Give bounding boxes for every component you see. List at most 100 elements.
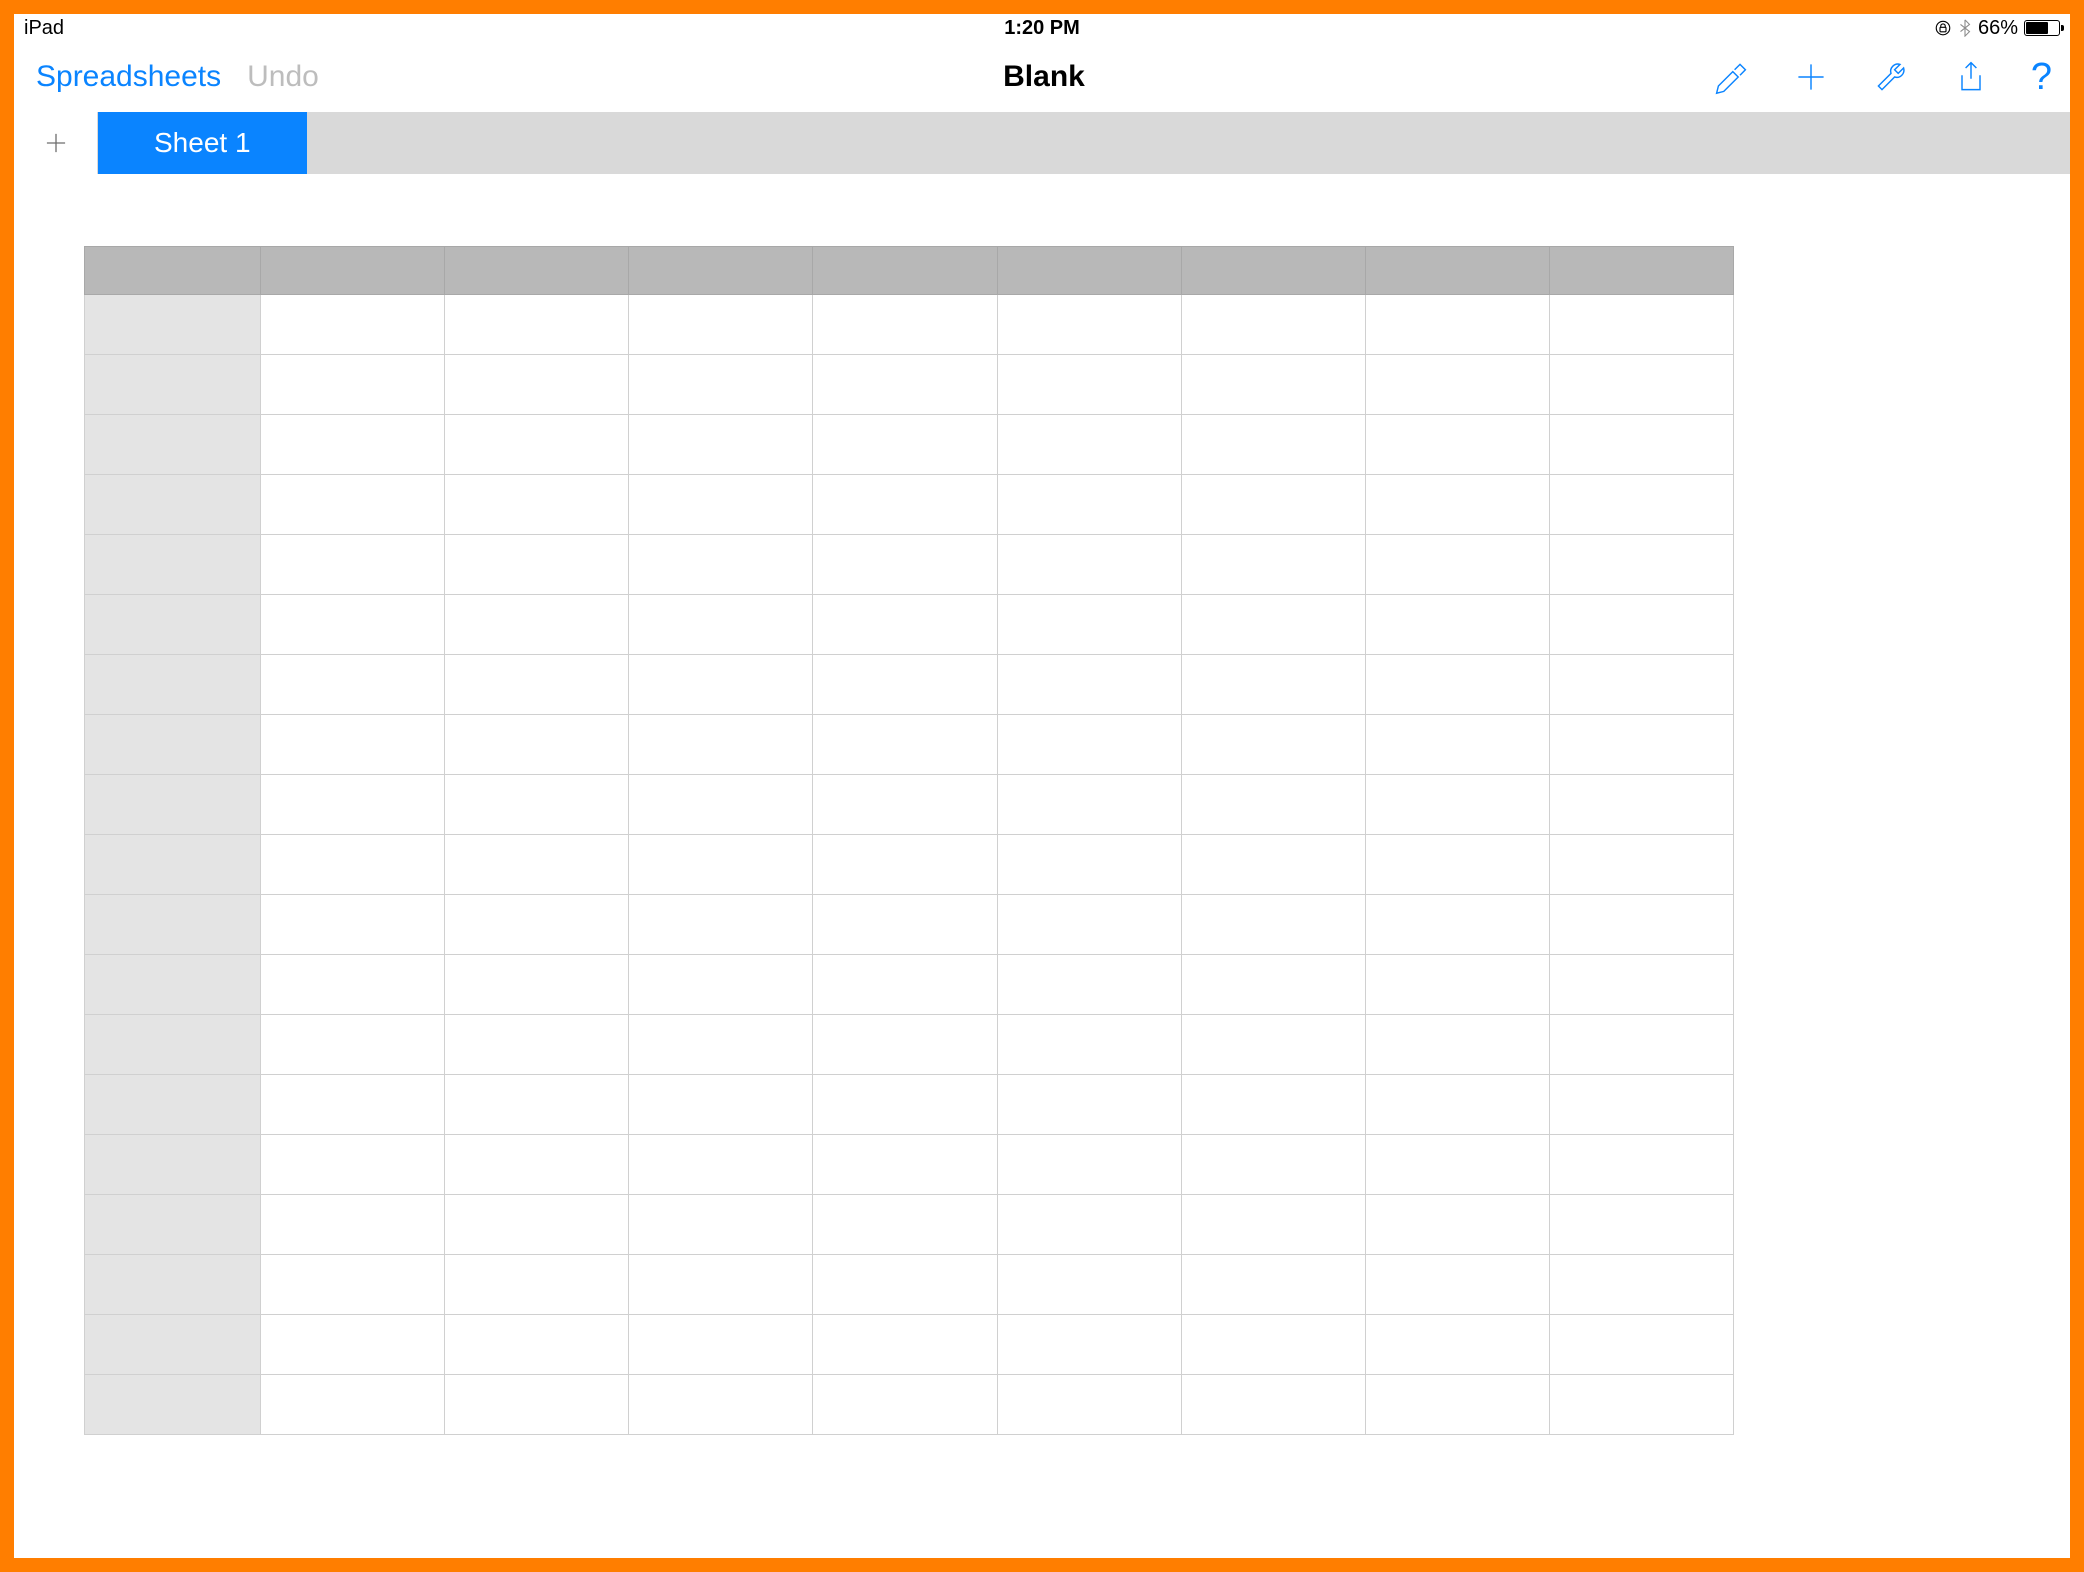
- cell[interactable]: [261, 895, 445, 955]
- row-header[interactable]: [85, 1195, 261, 1255]
- cell[interactable]: [629, 535, 813, 595]
- undo-button[interactable]: Undo: [247, 60, 319, 94]
- column-header[interactable]: [445, 247, 629, 295]
- corner-cell[interactable]: [85, 247, 261, 295]
- column-header[interactable]: [813, 247, 997, 295]
- cell[interactable]: [261, 835, 445, 895]
- cell[interactable]: [1365, 1315, 1549, 1375]
- cell[interactable]: [629, 415, 813, 475]
- cell[interactable]: [1181, 475, 1365, 535]
- cell[interactable]: [1181, 1195, 1365, 1255]
- cell[interactable]: [997, 475, 1181, 535]
- cell[interactable]: [997, 1195, 1181, 1255]
- cell[interactable]: [629, 1255, 813, 1315]
- cell[interactable]: [1181, 1015, 1365, 1075]
- cell[interactable]: [997, 715, 1181, 775]
- cell[interactable]: [813, 835, 997, 895]
- table-row[interactable]: [85, 715, 1734, 775]
- row-header[interactable]: [85, 1015, 261, 1075]
- cell[interactable]: [1365, 955, 1549, 1015]
- cell[interactable]: [261, 295, 445, 355]
- cell[interactable]: [261, 1135, 445, 1195]
- cell[interactable]: [1549, 1195, 1733, 1255]
- cell[interactable]: [1181, 355, 1365, 415]
- cell[interactable]: [1549, 1015, 1733, 1075]
- table-row[interactable]: [85, 835, 1734, 895]
- cell[interactable]: [629, 895, 813, 955]
- table-row[interactable]: [85, 355, 1734, 415]
- cell[interactable]: [445, 295, 629, 355]
- cell[interactable]: [997, 535, 1181, 595]
- cell[interactable]: [997, 835, 1181, 895]
- cell[interactable]: [1365, 1135, 1549, 1195]
- cell[interactable]: [1181, 655, 1365, 715]
- add-sheet-button[interactable]: [14, 112, 98, 174]
- cell[interactable]: [997, 775, 1181, 835]
- cell[interactable]: [1365, 355, 1549, 415]
- cell[interactable]: [1181, 295, 1365, 355]
- column-header[interactable]: [1365, 247, 1549, 295]
- cell[interactable]: [1549, 595, 1733, 655]
- cell[interactable]: [1549, 955, 1733, 1015]
- cell[interactable]: [1549, 475, 1733, 535]
- row-header[interactable]: [85, 715, 261, 775]
- cell[interactable]: [1181, 895, 1365, 955]
- cell[interactable]: [813, 355, 997, 415]
- cell[interactable]: [1549, 775, 1733, 835]
- cell[interactable]: [813, 955, 997, 1015]
- cell[interactable]: [261, 475, 445, 535]
- cell[interactable]: [813, 715, 997, 775]
- cell[interactable]: [997, 895, 1181, 955]
- cell[interactable]: [1365, 415, 1549, 475]
- cell[interactable]: [1181, 415, 1365, 475]
- cell[interactable]: [997, 655, 1181, 715]
- cell[interactable]: [997, 955, 1181, 1015]
- spreadsheet-canvas[interactable]: [14, 174, 2070, 1558]
- table-row[interactable]: [85, 1015, 1734, 1075]
- table-row[interactable]: [85, 475, 1734, 535]
- table-row[interactable]: [85, 415, 1734, 475]
- row-header[interactable]: [85, 1075, 261, 1135]
- row-header[interactable]: [85, 415, 261, 475]
- cell[interactable]: [813, 475, 997, 535]
- cell[interactable]: [813, 535, 997, 595]
- cell[interactable]: [261, 535, 445, 595]
- cell[interactable]: [997, 1255, 1181, 1315]
- cell[interactable]: [1181, 955, 1365, 1015]
- table-row[interactable]: [85, 535, 1734, 595]
- cell[interactable]: [1365, 475, 1549, 535]
- cell[interactable]: [997, 1075, 1181, 1135]
- cell[interactable]: [813, 1135, 997, 1195]
- cell[interactable]: [261, 715, 445, 775]
- row-header[interactable]: [85, 535, 261, 595]
- cell[interactable]: [1181, 1375, 1365, 1435]
- cell[interactable]: [1365, 1195, 1549, 1255]
- cell[interactable]: [629, 355, 813, 415]
- table-row[interactable]: [85, 1315, 1734, 1375]
- cell[interactable]: [1181, 1135, 1365, 1195]
- cell[interactable]: [997, 1015, 1181, 1075]
- cell[interactable]: [445, 895, 629, 955]
- cell[interactable]: [629, 715, 813, 775]
- cell[interactable]: [261, 1015, 445, 1075]
- share-button[interactable]: [1951, 57, 1991, 97]
- cell[interactable]: [813, 295, 997, 355]
- cell[interactable]: [1549, 295, 1733, 355]
- cell[interactable]: [629, 955, 813, 1015]
- cell[interactable]: [997, 1315, 1181, 1375]
- cell[interactable]: [445, 355, 629, 415]
- cell[interactable]: [1365, 835, 1549, 895]
- cell[interactable]: [629, 1135, 813, 1195]
- back-button[interactable]: Spreadsheets: [36, 60, 221, 94]
- cell[interactable]: [813, 1195, 997, 1255]
- cell[interactable]: [1549, 1375, 1733, 1435]
- cell[interactable]: [261, 1255, 445, 1315]
- cell[interactable]: [1365, 775, 1549, 835]
- cell[interactable]: [1365, 1075, 1549, 1135]
- cell[interactable]: [1549, 1075, 1733, 1135]
- cell[interactable]: [1181, 1075, 1365, 1135]
- cell[interactable]: [629, 775, 813, 835]
- tools-button[interactable]: [1871, 57, 1911, 97]
- row-header[interactable]: [85, 1375, 261, 1435]
- cell[interactable]: [445, 1255, 629, 1315]
